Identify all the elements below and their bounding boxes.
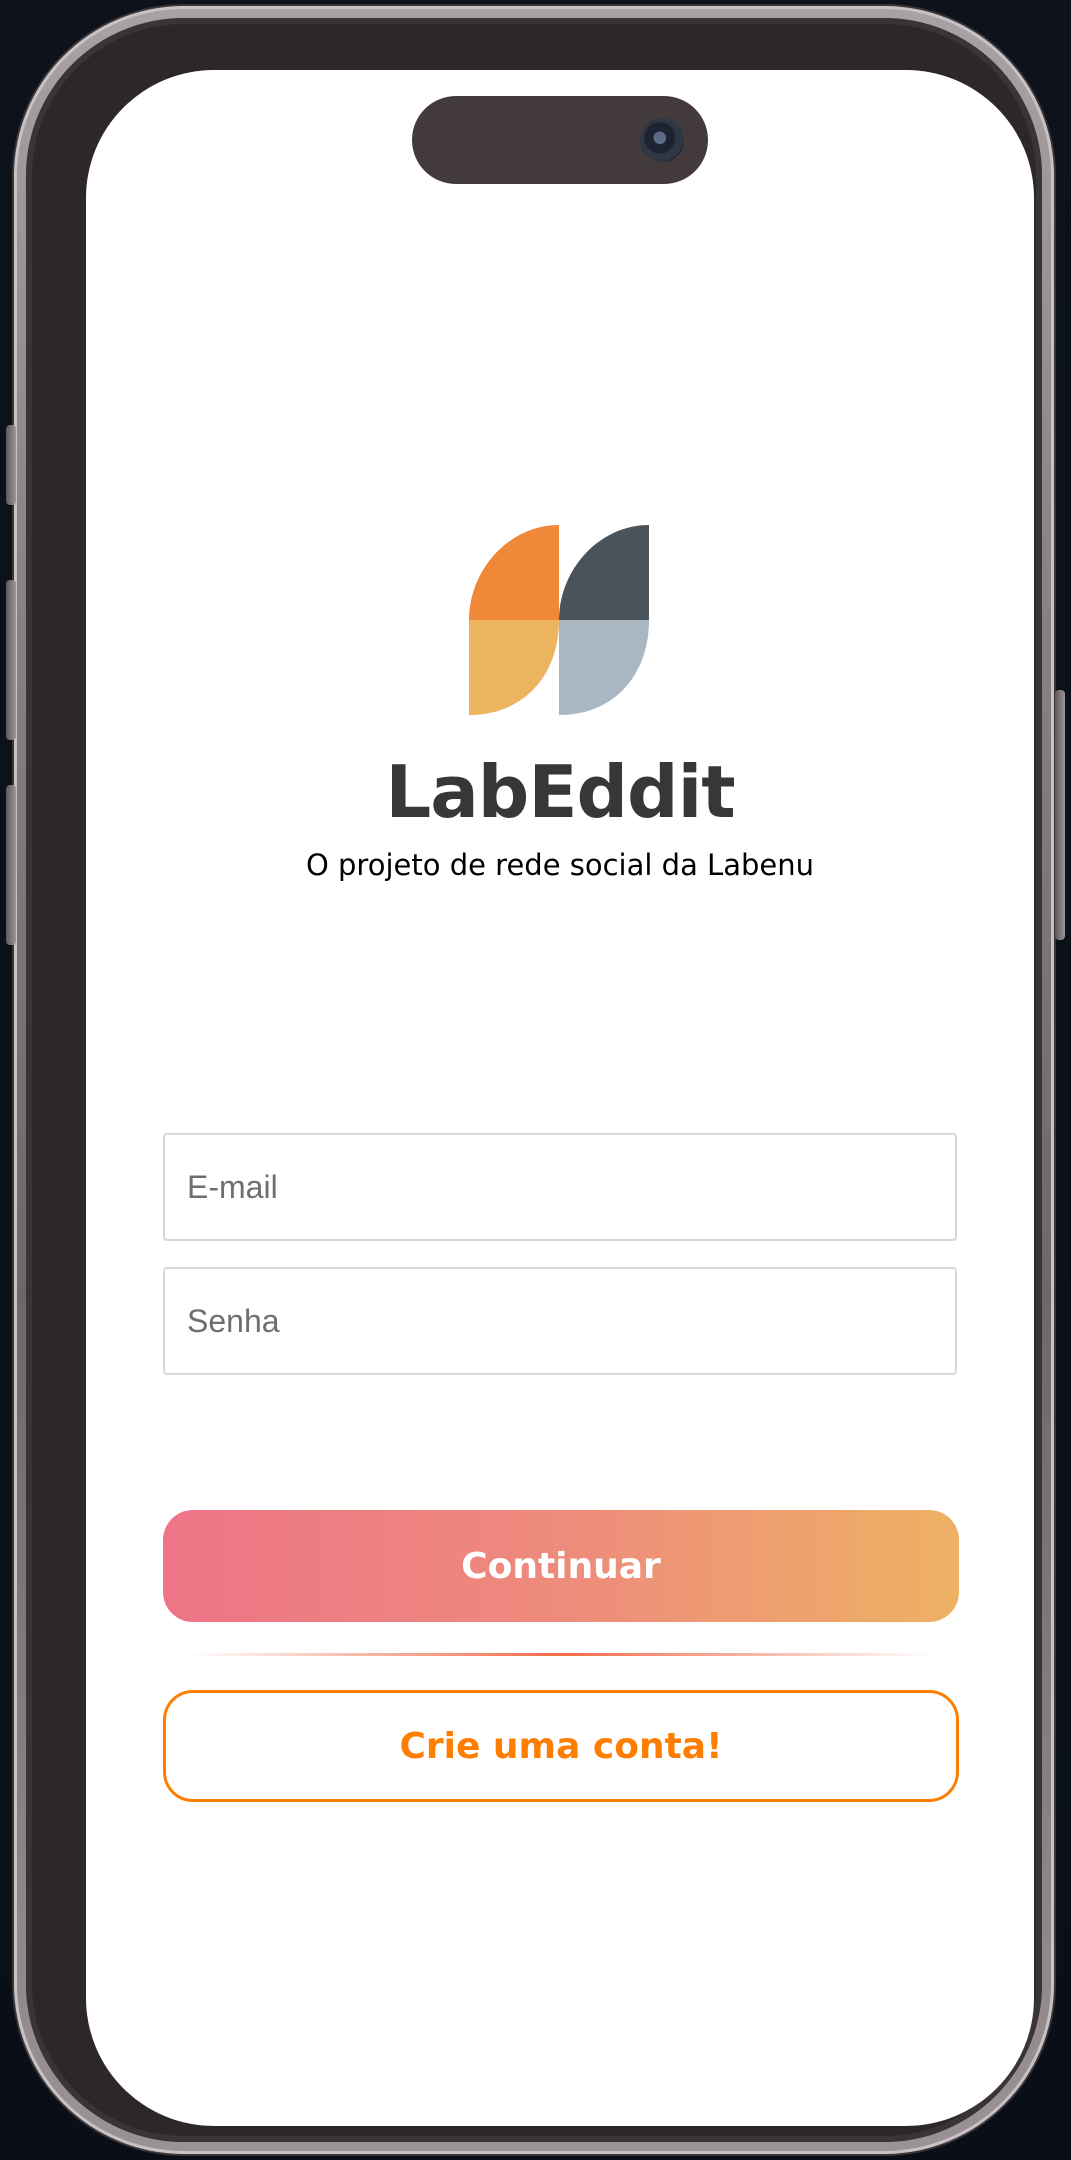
dynamic-island — [412, 96, 708, 184]
create-account-button[interactable]: Crie uma conta! — [163, 1690, 959, 1802]
volume-up-button — [6, 580, 16, 740]
labeddit-logo-icon — [469, 525, 649, 715]
logo-top-left-leaf — [469, 525, 559, 620]
app-tagline: O projeto de rede social da Labenu — [305, 848, 814, 882]
email-field[interactable] — [163, 1133, 957, 1241]
logo-bottom-left-leaf — [469, 620, 559, 715]
phone-band: LabEddit O projeto de rede social da Lab… — [26, 18, 1042, 2142]
volume-down-button — [6, 785, 16, 945]
device-mockup: LabEddit O projeto de rede social da Lab… — [0, 0, 1071, 2160]
logo-bottom-right-leaf — [559, 620, 649, 715]
power-button — [1055, 690, 1065, 940]
continue-button[interactable]: Continuar — [163, 1510, 959, 1622]
logo-top-right-leaf — [559, 525, 649, 620]
password-field[interactable] — [163, 1267, 957, 1375]
front-camera-icon — [640, 118, 684, 162]
section-divider — [189, 1653, 933, 1656]
app-screen: LabEddit O projeto de rede social da Lab… — [86, 70, 1034, 2126]
silent-switch — [6, 425, 16, 505]
app-title: LabEddit — [385, 750, 735, 834]
